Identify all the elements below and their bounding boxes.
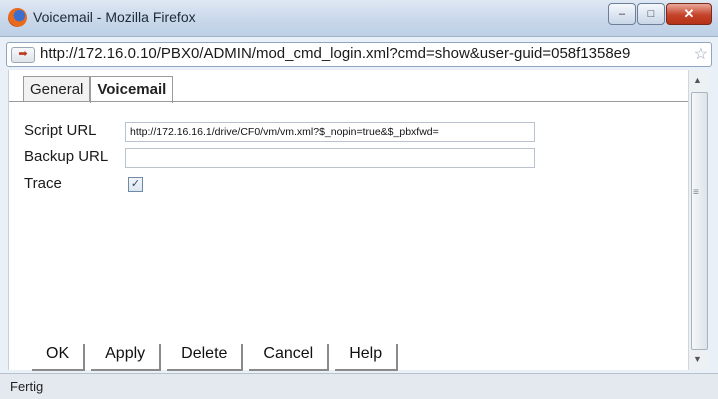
arrow-icon[interactable]: ➡ <box>11 47 35 63</box>
window-title: Voicemail - Mozilla Firefox <box>33 9 196 25</box>
script-url-field[interactable]: http://172.16.16.1/drive/CF0/vm/vm.xml?$… <box>125 122 535 142</box>
tab-divider <box>9 101 689 102</box>
backup-url-label: Backup URL <box>24 148 109 165</box>
url-text[interactable]: http://172.16.0.10/PBX0/ADMIN/mod_cmd_lo… <box>40 45 675 62</box>
help-button[interactable]: Help <box>335 344 399 371</box>
close-button[interactable]: ✕ <box>666 3 712 25</box>
address-bar[interactable]: ➡ http://172.16.0.10/PBX0/ADMIN/mod_cmd_… <box>6 42 712 67</box>
tab-voicemail[interactable]: Voicemail <box>90 76 174 103</box>
status-bar: Fertig <box>0 373 718 399</box>
status-text: Fertig <box>10 379 44 394</box>
action-buttons: OK Apply Delete Cancel Help <box>32 344 404 371</box>
scroll-up-icon[interactable]: ▲ <box>693 75 702 85</box>
bookmark-star-icon[interactable]: ☆ <box>694 44 708 64</box>
script-url-label: Script URL <box>24 122 97 139</box>
minimize-button[interactable]: – <box>608 3 636 25</box>
delete-button[interactable]: Delete <box>167 344 244 371</box>
scrollbar-thumb[interactable] <box>691 92 708 350</box>
cancel-button[interactable]: Cancel <box>249 344 330 371</box>
apply-button[interactable]: Apply <box>91 344 162 371</box>
scroll-down-icon[interactable]: ▼ <box>693 354 702 364</box>
tab-strip: General Voicemail <box>23 76 174 103</box>
ok-button[interactable]: OK <box>32 344 86 371</box>
trace-checkbox[interactable]: ✓ <box>128 177 143 192</box>
window-controls: – □ ✕ <box>607 3 712 25</box>
title-bar: Voicemail - Mozilla Firefox – □ ✕ <box>0 0 718 37</box>
firefox-logo-icon <box>8 8 27 27</box>
vertical-scrollbar[interactable]: ▲ ≡ ▼ <box>688 70 709 370</box>
backup-url-field[interactable] <box>125 148 535 168</box>
maximize-button[interactable]: □ <box>637 3 665 25</box>
page-content: General Voicemail Script URL http://172.… <box>8 70 689 371</box>
trace-label: Trace <box>24 175 62 192</box>
tab-general[interactable]: General <box>23 76 91 102</box>
scrollbar-grip-icon: ≡ <box>693 187 699 198</box>
